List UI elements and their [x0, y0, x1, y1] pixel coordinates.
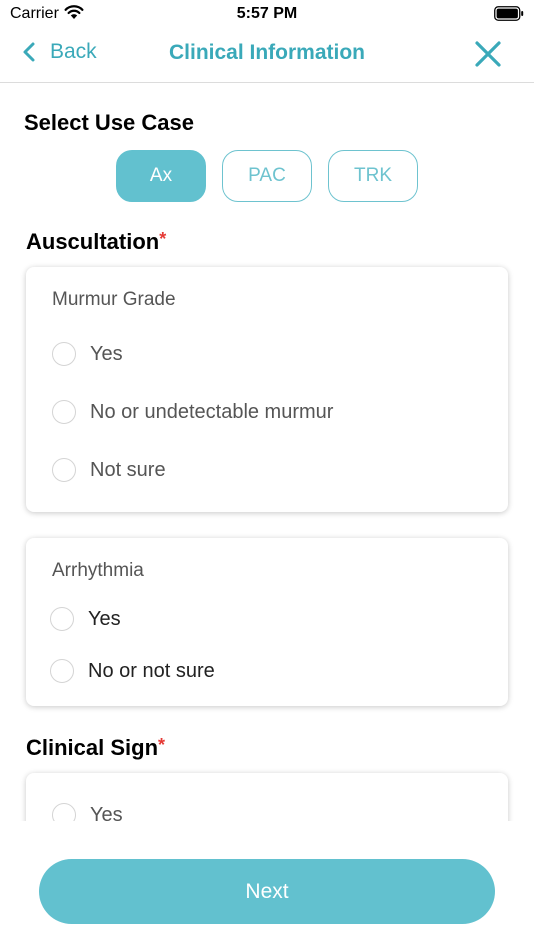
back-button[interactable]: Back [22, 40, 97, 64]
arrhythmia-card: Arrhythmia Yes No or not sure [26, 538, 508, 706]
form-content[interactable]: Select Use Case Ax PAC TRK Auscultation*… [0, 84, 534, 821]
chevron-left-icon [23, 42, 35, 62]
navigation-bar: Back Clinical Information [0, 28, 534, 83]
required-marker: * [159, 229, 167, 249]
close-icon[interactable] [474, 40, 502, 68]
required-marker: * [158, 735, 166, 755]
status-bar: Carrier 5:57 PM [0, 0, 534, 28]
use-case-chip-trk[interactable]: TRK [328, 150, 418, 202]
option-label: Yes [90, 342, 123, 365]
radio-button[interactable] [50, 607, 74, 631]
option-label: Not sure [90, 458, 166, 481]
murmur-grade-card: Murmur Grade Yes No or undetectable murm… [26, 267, 508, 512]
next-button[interactable]: Next [39, 859, 495, 924]
use-case-chip-ax[interactable]: Ax [116, 150, 206, 202]
clock: 5:57 PM [236, 5, 298, 22]
clinical-sign-option-yes[interactable]: Yes [52, 803, 123, 821]
arrhythmia-option-yes[interactable]: Yes [50, 607, 121, 631]
battery-icon [494, 6, 524, 21]
use-case-selector: Ax PAC TRK [0, 150, 534, 202]
auscultation-label: Auscultation [26, 229, 160, 254]
auscultation-title: Auscultation* [26, 229, 166, 255]
arrhythmia-label: Arrhythmia [52, 560, 144, 581]
clinical-sign-label: Clinical Sign [26, 735, 159, 760]
option-label: Yes [88, 607, 121, 630]
radio-button[interactable] [50, 659, 74, 683]
murmur-grade-label: Murmur Grade [52, 289, 176, 310]
radio-button[interactable] [52, 400, 76, 424]
murmur-option-yes[interactable]: Yes [52, 342, 123, 366]
radio-button[interactable] [52, 803, 76, 821]
use-case-title: Select Use Case [24, 110, 194, 135]
option-label: No or not sure [88, 659, 215, 682]
arrhythmia-option-no[interactable]: No or not sure [50, 659, 215, 683]
murmur-option-not-sure[interactable]: Not sure [52, 458, 166, 482]
use-case-chip-pac[interactable]: PAC [222, 150, 312, 202]
back-label: Back [50, 40, 97, 63]
radio-button[interactable] [52, 458, 76, 482]
clinical-sign-card: Yes [26, 773, 508, 821]
option-label: Yes [90, 803, 123, 822]
clinical-sign-title: Clinical Sign* [26, 735, 165, 761]
murmur-option-no[interactable]: No or undetectable murmur [52, 400, 333, 424]
option-label: No or undetectable murmur [90, 400, 334, 423]
radio-button[interactable] [52, 342, 76, 366]
